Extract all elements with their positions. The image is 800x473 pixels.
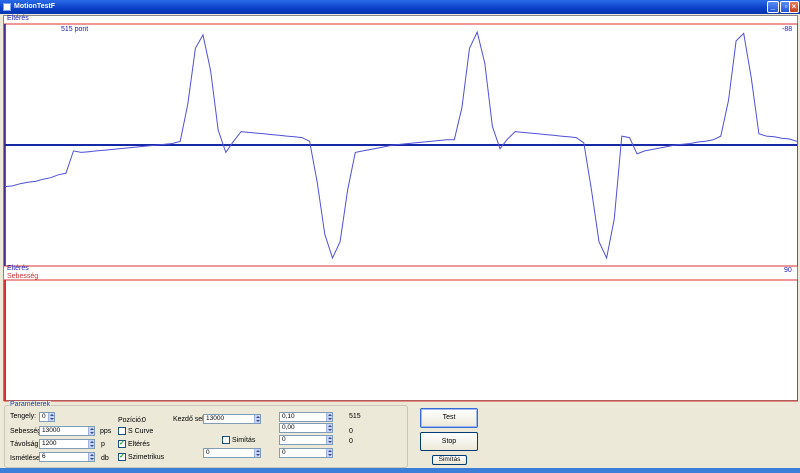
tavolsag-spin-buttons[interactable] xyxy=(88,440,94,448)
col3-spin-4[interactable] xyxy=(326,449,332,457)
plot-canvas xyxy=(4,23,798,402)
upper-top-label: Eltérés xyxy=(7,15,29,22)
col4-value-3: 0 xyxy=(349,438,353,445)
szimmetrikus-checkbox[interactable]: ✓ xyxy=(118,453,126,461)
pozicio-label: Pozíció: xyxy=(118,417,143,424)
col3-input-2[interactable]: 0,00 xyxy=(279,423,333,433)
col3-input-3[interactable]: 0 xyxy=(279,435,333,445)
kezdo-seb-input[interactable]: 13000 xyxy=(203,414,261,424)
bottom-left-input[interactable]: 0 xyxy=(203,448,261,458)
scurve-label: S Curve xyxy=(128,428,154,435)
sebesseg-unit: pps xyxy=(100,428,112,435)
simitas-checkbox[interactable] xyxy=(222,436,230,444)
lower-value-label: 90 xyxy=(784,267,792,274)
plot-area: Eltérés 515 pont -88 Eltérés Sebesség 90 xyxy=(3,15,798,402)
ismetlesek-unit: db xyxy=(101,455,109,462)
tavolsag-unit: p xyxy=(101,441,105,448)
window-title: MotionTestF xyxy=(14,3,56,10)
app-icon xyxy=(3,3,11,11)
elteres-checkbox[interactable]: ✓ xyxy=(118,440,126,448)
upper-bottom-label: Eltérés xyxy=(7,265,29,272)
elteres-label: Eltérés xyxy=(128,441,150,448)
tavolsag-label: Távolság: xyxy=(10,441,41,448)
scurve-checkbox[interactable] xyxy=(118,427,126,435)
tavolsag-input[interactable]: 1200 xyxy=(39,439,95,449)
col4-value-2: 0 xyxy=(349,428,353,435)
col3-spin-3[interactable] xyxy=(326,436,332,444)
title-bar[interactable]: MotionTestF _ ▫ × xyxy=(0,0,800,14)
simitas-checkbox-label: Simítás xyxy=(232,437,256,444)
bottom-edge xyxy=(0,468,800,473)
simitas-button[interactable]: Simítás xyxy=(432,455,467,465)
col3-input-1[interactable]: 0,10 xyxy=(279,412,333,422)
sebesseg-spin-buttons[interactable] xyxy=(88,427,94,435)
tengely-input[interactable]: 0 xyxy=(39,412,55,422)
tengely-label: Tengely: xyxy=(10,413,37,420)
sebesseg-input[interactable]: 13000 xyxy=(39,426,95,436)
kezdo-seb-spin-buttons[interactable] xyxy=(254,415,260,423)
lower-plot-title: Sebesség xyxy=(7,273,39,280)
upper-value-label: -88 xyxy=(782,26,793,33)
bottom-left-spin-buttons[interactable] xyxy=(254,449,260,457)
col3-input-4[interactable]: 0 xyxy=(279,448,333,458)
minimize-button[interactable]: _ xyxy=(767,1,779,13)
col4-value-1: 515 xyxy=(349,413,361,420)
tengely-spin-buttons[interactable] xyxy=(48,413,54,421)
stop-button[interactable]: Stop xyxy=(420,432,478,451)
test-button[interactable]: Test xyxy=(420,408,478,428)
szimmetrikus-label: Szimetrikus xyxy=(128,454,165,461)
ismetlesek-spin-buttons[interactable] xyxy=(88,453,94,461)
parameters-group-title: Paraméterek xyxy=(9,401,52,409)
close-button[interactable]: × xyxy=(789,1,799,13)
pozicio-value: 0 xyxy=(142,417,146,424)
col3-spin-1[interactable] xyxy=(326,413,332,421)
lower-plot-border xyxy=(4,279,798,402)
col3-spin-2[interactable] xyxy=(326,424,332,432)
points-label: 515 pont xyxy=(61,26,89,33)
ismetlesek-input[interactable]: 6 xyxy=(39,452,95,462)
